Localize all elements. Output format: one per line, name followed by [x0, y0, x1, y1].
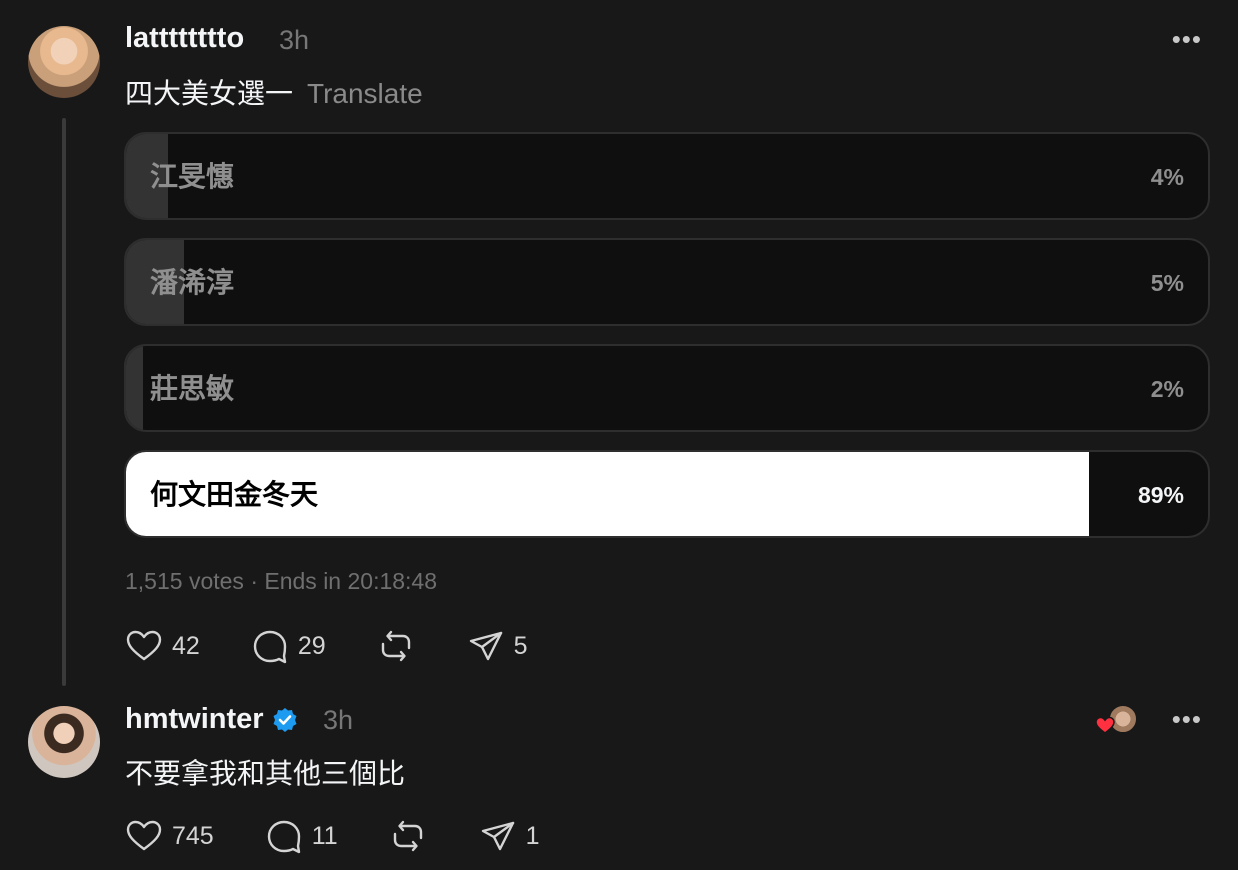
- repost-button[interactable]: [376, 626, 416, 666]
- share-button[interactable]: 5: [466, 626, 528, 666]
- action-bar: 42 29 5: [124, 626, 578, 666]
- liked-by-author: [1094, 704, 1140, 736]
- repost-icon: [381, 630, 410, 662]
- comment-count: 29: [297, 631, 326, 660]
- send-icon: [481, 821, 514, 851]
- like-button[interactable]: 42: [124, 626, 200, 666]
- avatar[interactable]: [28, 706, 100, 778]
- poll-option-label: 潘浠淳: [150, 267, 235, 298]
- reply-username-row: hmtwinter: [125, 703, 298, 736]
- like-count: 42: [172, 631, 200, 660]
- like-count: 745: [172, 821, 214, 850]
- post-time: 3h: [279, 25, 310, 55]
- poll-option[interactable]: 江旻憓 4%: [124, 132, 1210, 220]
- more-options-icon[interactable]: •••: [1172, 706, 1202, 732]
- repost-icon: [393, 820, 422, 852]
- poll-option-label: 何文田金冬天: [150, 479, 319, 510]
- poll-option-label: 莊思敏: [150, 373, 235, 404]
- share-count: 5: [513, 631, 528, 660]
- action-bar: 745 11 1: [124, 816, 590, 856]
- comment-button[interactable]: 11: [264, 816, 338, 856]
- comment-count: 11: [311, 821, 338, 850]
- more-options-icon[interactable]: •••: [1172, 26, 1202, 52]
- poll-meta: 1,515 votes · Ends in 20:18:48: [125, 568, 437, 595]
- post-text: 四大美女選一: [125, 78, 294, 109]
- poll-option-percent: 4%: [1150, 164, 1184, 190]
- poll-option-selected[interactable]: 何文田金冬天 89%: [124, 450, 1210, 538]
- comment-button[interactable]: 29: [250, 626, 326, 666]
- repost-button[interactable]: [388, 816, 428, 856]
- poll-ends: Ends in 20:18:48: [264, 568, 438, 594]
- verified-badge-icon: [273, 707, 297, 732]
- poll-option-percent: 2%: [1150, 376, 1184, 402]
- comment-icon: [267, 820, 300, 854]
- poll-votes: 1,515 votes: [125, 568, 244, 594]
- heart-icon: [126, 820, 162, 851]
- poll-option-percent: 89%: [1137, 482, 1184, 508]
- username[interactable]: hmtwinter: [125, 703, 264, 736]
- post-text-row: 四大美女選一 Translate: [125, 72, 423, 112]
- heart-filled-icon: [1095, 716, 1115, 734]
- share-count: 1: [525, 821, 540, 850]
- poll-separator: ·: [250, 568, 258, 594]
- avatar[interactable]: [28, 26, 100, 98]
- username[interactable]: latttttttto: [125, 22, 244, 55]
- poll-option[interactable]: 莊思敏 2%: [124, 344, 1210, 432]
- comment-icon: [253, 630, 287, 664]
- heart-icon: [126, 630, 162, 661]
- poll-option[interactable]: 潘浠淳 5%: [124, 238, 1210, 326]
- reply-time: 3h: [323, 705, 354, 735]
- poll-option-fill: [126, 346, 143, 430]
- thread-line: [62, 118, 66, 686]
- share-button[interactable]: 1: [478, 816, 540, 856]
- translate-link[interactable]: Translate: [307, 78, 423, 109]
- poll-option-label: 江旻憓: [150, 161, 235, 192]
- reply-text: 不要拿我和其他三個比: [125, 758, 406, 789]
- send-icon: [469, 631, 502, 661]
- poll-option-percent: 5%: [1150, 270, 1184, 296]
- like-button[interactable]: 745: [124, 816, 214, 856]
